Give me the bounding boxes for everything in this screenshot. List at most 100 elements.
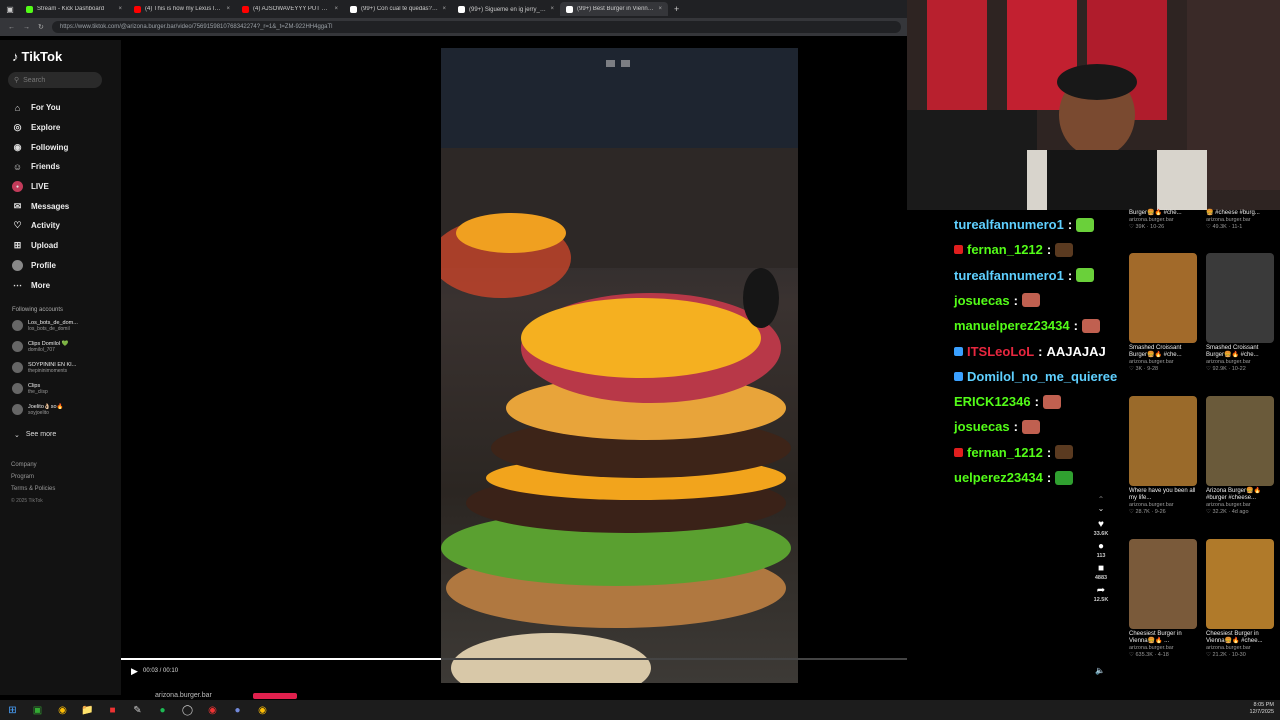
action-comment[interactable]: ● 113 [1088,541,1114,559]
system-clock[interactable]: 8:05 PM 12/7/2025 [1250,702,1274,716]
chrome-icon[interactable]: ◉ [50,700,75,720]
footer-program[interactable]: Program [11,471,55,483]
game-icon[interactable]: ◉ [200,700,225,720]
close-icon[interactable]: × [118,6,122,12]
following-account[interactable]: Clips the_clisp [12,378,78,399]
app-icon[interactable]: ■ [100,700,125,720]
close-icon[interactable]: × [226,6,230,12]
url-field[interactable]: https://www.tiktok.com/@arizona.burger.b… [51,21,901,33]
folder-icon[interactable]: 📁 [75,700,100,720]
browser-tab[interactable]: (4) This is how my Lexus IS 350 l... × [128,2,236,16]
back-icon[interactable]: ← [8,24,15,31]
chrome-alt-icon[interactable]: ◉ [250,700,275,720]
close-icon[interactable]: × [550,6,554,12]
sidebar-item-label: Upload [31,241,59,251]
obs-icon[interactable]: ◯ [175,700,200,720]
related-video-card[interactable]: Burger🍔🔥 #che... arizona.burger.bar ♡ 39K … [1129,210,1201,231]
following-account[interactable]: Joelito👌🏻so🔥 soyjoelito [12,399,78,420]
related-video-card[interactable]: Cheesiest Burger in Vienna🍔🔥 ... arizona.… [1129,539,1201,659]
forward-icon[interactable]: → [23,24,30,31]
see-more-button[interactable]: ⌄ See more [14,431,56,439]
volume-icon[interactable]: 🔈 [1095,666,1105,675]
chat-username[interactable]: fernan_1212 [967,242,1043,257]
chat-username[interactable]: turealfannumero1 [954,217,1064,232]
sidebar-item-messages[interactable]: ✉ Messages [12,196,70,216]
chat-separator: : [1121,369,1122,384]
sidebar-item-friends[interactable]: ☺ Friends [12,157,69,177]
action-heart[interactable]: ♥ 33.6K [1088,519,1114,537]
windows-taskbar: ⊞ ▣ ◉ 📁 ■ ✎ ● ◯ ◉ ● ◉ 8:05 PM 12/7/2025 [0,700,1280,720]
video-author: arizona.burger.bar [1206,502,1251,508]
clock-date: 12/7/2025 [1249,709,1274,715]
chat-username[interactable]: manuelperez23434 [954,318,1070,333]
video-stats: ♡ 39K · 10-26 [1129,224,1165,230]
chevron-down-icon[interactable]: ⌄ [1088,504,1114,513]
search-input[interactable]: ⚲ Search [8,72,102,88]
sidebar-item-for-you[interactable]: ⌂ For You [12,98,69,118]
account-handle: los_bots_de_domil [28,325,70,332]
pen-icon[interactable]: ✎ [125,700,150,720]
browser-tab[interactable]: (99+) Sigueme en ig jerry_hn ❤️× [452,2,560,16]
action-share[interactable]: ➦ 12.5K [1088,585,1114,603]
related-video-card[interactable]: Smashed Croissant Burger🍔🔥 #che... arizon… [1129,253,1201,373]
spotify-icon[interactable]: ● [150,700,175,720]
video-title: Where have you been all my life... [1129,488,1196,501]
action-bookmark[interactable]: ■ 4883 [1088,563,1114,581]
chat-username[interactable]: Domilol_no_me_quieree [967,369,1117,384]
chat-username[interactable]: uelperez23434 [954,470,1043,485]
related-video-card[interactable]: Where have you been all my life... arizon… [1129,396,1201,516]
related-video-card[interactable]: Cheesiest Burger in Vienna🍔🔥 #chee... ari… [1206,539,1278,659]
tiktok-logo[interactable]: ♪ TikTok [12,49,62,64]
browser-tab[interactable]: (99+) Best Burger in Vienna: Che... × [560,2,668,16]
close-icon[interactable]: × [334,6,338,12]
discord-icon[interactable]: ● [225,700,250,720]
chat-username[interactable]: fernan_1212 [967,445,1043,460]
footer-company[interactable]: Company [11,459,55,471]
chat-username[interactable]: josuecas [954,293,1010,308]
close-icon[interactable]: × [442,6,446,12]
close-icon[interactable]: × [658,6,662,12]
following-account[interactable]: Los_bots_de_dom... los_bots_de_domil [12,315,78,336]
video-frame[interactable] [441,48,798,683]
sidebar-item-more[interactable]: ⋯ More [12,275,69,295]
avatar [12,341,23,352]
sidebar-item-label: Messages [31,201,70,211]
following-account[interactable]: Clips Domilol 💚 domilol_707 [12,336,78,357]
follow-button[interactable] [253,693,297,699]
sidebar-item-following[interactable]: ◉ Following [12,137,69,157]
footer-terms[interactable]: Terms & Policies [11,483,55,495]
sidebar-item-label: More [31,280,51,290]
stream-chat: turealfannumero1 : fernan_1212 : turealfan… [907,214,1122,494]
browser-tab[interactable]: (4) AJSOWAVEYYY PUT MEMO O...× [236,2,344,16]
window-menu-icon[interactable]: ▣ [0,0,20,19]
sidebar-item-activity[interactable]: ♡ Activity [12,216,69,236]
sidebar-item-explore[interactable]: ◎ Explore [12,118,69,138]
browser-tab[interactable]: (99+) Con cual te quedas? @lil lil... × [344,2,452,16]
following-accounts-title: Following accounts [12,307,64,313]
terminal-icon[interactable]: ▣ [25,700,50,720]
reload-icon[interactable]: ↻ [38,23,44,31]
related-video-card[interactable]: 🍔 #cheese #burg... arizona.burger.bar ♡ 49… [1206,210,1278,231]
browser-tab[interactable]: Stream - Kick Dashboard × [20,2,128,16]
start-icon[interactable]: ⊞ [0,700,25,720]
url-text: https://www.tiktok.com/@arizona.burger.b… [59,24,333,30]
tab-favicon [350,5,357,13]
video-author: arizona.burger.bar [1206,645,1251,651]
chat-username[interactable]: ITSLeoLoL [967,344,1034,359]
chat-username[interactable]: josuecas [954,419,1010,434]
video-author[interactable]: arizona.burger.bar [155,692,212,699]
related-video-card[interactable]: Smashed Croissant Burger🍔🔥 #che... arizon… [1206,253,1278,373]
chat-username[interactable]: ERICK12346 [954,394,1031,409]
new-tab-icon[interactable]: + [668,4,685,14]
compass-icon: ◎ [13,122,22,133]
sidebar-item-live[interactable]: ● LIVE [12,177,69,197]
play-icon[interactable]: ▶ [131,666,138,677]
logo-text: TikTok [21,49,63,64]
sidebar-item-upload[interactable]: ⊞ Upload [12,236,69,256]
chevron-up-icon[interactable]: ⌃ [1088,495,1114,504]
chat-username[interactable]: turealfannumero1 [954,268,1064,283]
following-account[interactable]: SOYPININI EN KI... thepininimoments [12,357,78,378]
sidebar-item-profile[interactable]: Profile [12,256,69,276]
video-progress-bar[interactable] [121,658,907,660]
related-video-card[interactable]: Arizona Burger🍔🔥 #burger #cheese... arizo… [1206,396,1278,516]
